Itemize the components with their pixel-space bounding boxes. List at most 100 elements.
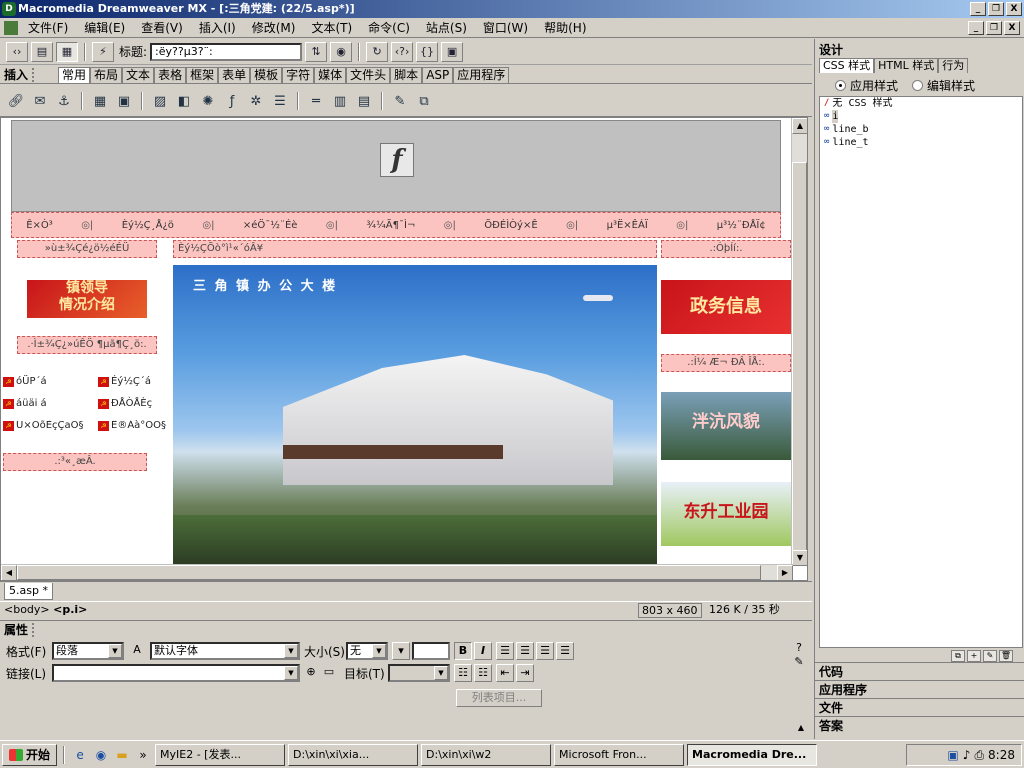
title-input[interactable]: :ëy??μ3?¨: (150, 42, 303, 61)
horizontal-scroll-thumb[interactable] (17, 565, 761, 580)
code-nav-icon[interactable]: {} (416, 41, 439, 62)
tab-script[interactable]: 脚本 (390, 66, 423, 83)
menu-view[interactable]: 查看(V) (133, 19, 191, 36)
doc-close-button[interactable]: X (1004, 21, 1020, 35)
more-icon[interactable]: » (134, 746, 152, 764)
tab-html-styles[interactable]: HTML 样式 (874, 58, 939, 73)
panel-gripper[interactable] (32, 622, 40, 637)
scroll-down-icon[interactable]: ▼ (792, 550, 807, 566)
scroll-up-icon[interactable]: ▲ (792, 118, 807, 134)
align-right-icon[interactable]: ☰ (536, 642, 554, 660)
flash-icon[interactable]: ƒ (222, 91, 242, 111)
nav-item[interactable]: µ³Ë×ÊÁÏ (607, 220, 648, 231)
left-link[interactable]: óÜP´á (16, 376, 96, 387)
align-justify-icon[interactable]: ☰ (556, 642, 574, 660)
target-select[interactable]: ▼ (388, 664, 450, 682)
printer-icon[interactable]: ⎙ (974, 748, 984, 763)
task-myie2[interactable]: MyIE2 - [发表... (155, 743, 286, 766)
panel-answers[interactable]: 答案 (815, 716, 1024, 734)
doc-tab[interactable]: 5.asp * (4, 583, 53, 600)
nav-item[interactable]: Èý½Ç¸Å¿ö (122, 220, 174, 231)
menu-window[interactable]: 窗口(W) (475, 19, 536, 36)
doc-minimize-button[interactable]: _ (968, 21, 984, 35)
tab-common[interactable]: 常用 (58, 66, 91, 83)
left-link[interactable]: áüäi á (16, 398, 96, 409)
design-view-icon[interactable]: ▦ (56, 41, 78, 62)
left-link[interactable]: Ü×ÖõÈçÇaÖ§ (16, 420, 96, 431)
align-left-icon[interactable]: ☰ (496, 642, 514, 660)
tab-tables[interactable]: 表格 (154, 66, 187, 83)
style-item[interactable]: ∞ i (820, 110, 1022, 123)
left-subheader[interactable]: .·Ì±¾Ç¿»úÊÖ ¶µã¶Ç¸ö:. (17, 336, 157, 354)
file-management-icon[interactable]: ⇅ (305, 41, 328, 62)
browse-folder-icon[interactable]: ▭ (320, 664, 338, 682)
document-icon[interactable] (4, 20, 18, 35)
tab-layout[interactable]: 布局 (90, 66, 123, 83)
right-subheader[interactable]: .:Í¼ Æ¬ ÐÂ ÎÅ:. (661, 354, 791, 372)
edit-style-icon[interactable]: ✎ (983, 650, 997, 662)
style-item[interactable]: ∕ 无 CSS 样式 (820, 97, 1022, 110)
minimize-button[interactable]: _ (970, 2, 986, 16)
left-link[interactable]: ÐÅÒÅÈç (111, 398, 152, 409)
industrial-park-banner[interactable]: 东升工业园 (661, 482, 791, 546)
vertical-scrollbar[interactable]: ▲ ▼ (791, 118, 807, 566)
folder-icon[interactable]: ▬ (113, 746, 131, 764)
fireworks-html-icon[interactable]: ✺ (198, 91, 218, 111)
link-input[interactable]: ▼ (52, 664, 300, 682)
volume-icon[interactable]: ♪ (963, 748, 971, 762)
horizontal-scrollbar[interactable]: ◀ ▶ (1, 564, 793, 580)
browser-icon[interactable]: ◉ (92, 746, 110, 764)
nav-item[interactable]: ×éÖ¯½¨Éè (243, 220, 298, 231)
preview-browser-icon[interactable]: ◉ (330, 41, 353, 62)
edit-styles-radio[interactable]: 编辑样式 (912, 77, 975, 94)
clock[interactable]: 8:28 (988, 748, 1015, 762)
font-select[interactable]: 默认字体 ▼ (150, 642, 300, 660)
design-panel-title[interactable]: 设计 (815, 41, 843, 58)
panel-files[interactable]: 文件 (815, 698, 1024, 716)
task-frontpage[interactable]: Microsoft Fron... (554, 743, 685, 766)
left-header[interactable]: »ù±¾Çé¿ö½éÉÜ (17, 240, 157, 258)
tab-forms[interactable]: 表单 (218, 66, 251, 83)
menu-commands[interactable]: 命令(C) (360, 19, 418, 36)
attach-stylesheet-icon[interactable]: ⧉ (951, 650, 965, 662)
left-link[interactable]: Ê®Áà°ÓÖ§ (111, 420, 166, 431)
image-icon[interactable]: ▨ (150, 91, 170, 111)
menu-file[interactable]: 文件(F) (20, 19, 76, 36)
live-data-icon[interactable]: ⚡ (92, 41, 114, 62)
rollover-image-icon[interactable]: ◧ (174, 91, 194, 111)
tab-text[interactable]: 文本 (122, 66, 155, 83)
format-select[interactable]: 段落 ▼ (52, 642, 124, 660)
scenery-banner[interactable]: 泮沆风貌 (661, 392, 791, 460)
tab-frames[interactable]: 框架 (186, 66, 219, 83)
menu-site[interactable]: 站点(S) (418, 19, 475, 36)
menu-text[interactable]: 文本(T) (303, 19, 360, 36)
ie-icon[interactable]: e (71, 746, 89, 764)
panel-application[interactable]: 应用程序 (815, 680, 1024, 698)
panel-code[interactable]: 代码 (815, 662, 1024, 680)
color-input[interactable] (412, 642, 450, 660)
menu-modify[interactable]: 修改(M) (244, 19, 304, 36)
nav-item[interactable]: ÕÐÉÌÒý×Ê (484, 220, 537, 231)
list-item-button[interactable]: 列表项目... (456, 689, 542, 707)
properties-title[interactable]: 属性 (0, 621, 28, 638)
flash-placeholder[interactable]: f (11, 120, 781, 212)
style-item[interactable]: ∞ line_b (820, 123, 1022, 136)
restore-button[interactable]: ❐ (988, 2, 1004, 16)
navigation-bar-icon[interactable]: ✲ (246, 91, 266, 111)
center-header[interactable]: Èý½ÇÕò°ì¹«´óÂ¥ (173, 240, 657, 258)
insert-panel-title[interactable]: 插入 (0, 66, 28, 83)
tab-application[interactable]: 应用程序 (453, 66, 510, 83)
nav-item[interactable]: ¾­¼Ã¶¯Ì¬ (366, 220, 415, 231)
doc-restore-button[interactable]: ❐ (986, 21, 1002, 35)
bold-button[interactable]: B (454, 642, 472, 660)
task-folder-2[interactable]: D:\xin\xi\w2 (421, 743, 552, 766)
unordered-list-icon[interactable]: ☷ (454, 664, 472, 682)
reference-icon[interactable]: ‹?› (391, 41, 414, 62)
start-button[interactable]: 开始 (2, 743, 58, 766)
comment-icon[interactable]: ✎ (390, 91, 410, 111)
tag-chooser-icon[interactable]: ⧉ (414, 91, 434, 111)
horizontal-rule-icon[interactable]: ☰ (270, 91, 290, 111)
window-size[interactable]: 803 x 460 (638, 603, 702, 618)
tab-head[interactable]: 文件头 (346, 66, 391, 83)
office-building-photo[interactable]: 三 角 镇 办 公 大 楼 (173, 265, 657, 566)
